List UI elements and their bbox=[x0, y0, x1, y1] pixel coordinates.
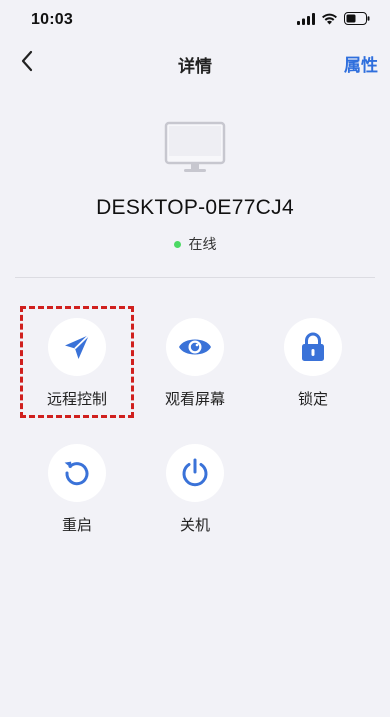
action-circle bbox=[166, 318, 224, 376]
device-info: DESKTOP-0E77CJ4 在线 bbox=[0, 120, 390, 254]
eye-icon bbox=[179, 339, 211, 355]
device-status: 在线 bbox=[0, 234, 390, 254]
lock-icon bbox=[302, 332, 324, 361]
online-status-dot bbox=[173, 240, 181, 248]
device-status-label: 在线 bbox=[188, 236, 217, 252]
device-name: DESKTOP-0E77CJ4 bbox=[96, 196, 294, 219]
action-label: 锁定 bbox=[297, 391, 328, 408]
status-time: 10:03 bbox=[31, 11, 73, 28]
shutdown-button[interactable]: 关机 bbox=[140, 444, 250, 535]
action-label: 关机 bbox=[179, 517, 210, 534]
page-title: 详情 bbox=[178, 57, 212, 76]
wifi-icon bbox=[322, 13, 337, 24]
power-icon bbox=[182, 458, 208, 487]
action-circle bbox=[284, 318, 342, 376]
watch-screen-button[interactable]: 观看屏幕 bbox=[140, 318, 250, 409]
restart-icon bbox=[64, 461, 89, 486]
monitor-icon bbox=[164, 121, 226, 172]
navigation-bar: 详情 属性 bbox=[0, 44, 390, 80]
status-icons bbox=[297, 12, 370, 25]
action-label: 观看屏幕 bbox=[164, 391, 225, 408]
cellular-signal-icon bbox=[297, 12, 315, 25]
status-bar: 10:03 bbox=[0, 0, 390, 44]
action-circle bbox=[166, 444, 224, 502]
action-label: 重启 bbox=[61, 517, 92, 534]
lock-button[interactable]: 锁定 bbox=[258, 318, 368, 409]
properties-button[interactable]: 属性 bbox=[344, 51, 378, 76]
divider bbox=[15, 277, 375, 278]
action-circle bbox=[48, 444, 106, 502]
remote-control-highlight bbox=[20, 306, 134, 418]
battery-icon bbox=[344, 12, 370, 25]
restart-button[interactable]: 重启 bbox=[22, 444, 132, 535]
